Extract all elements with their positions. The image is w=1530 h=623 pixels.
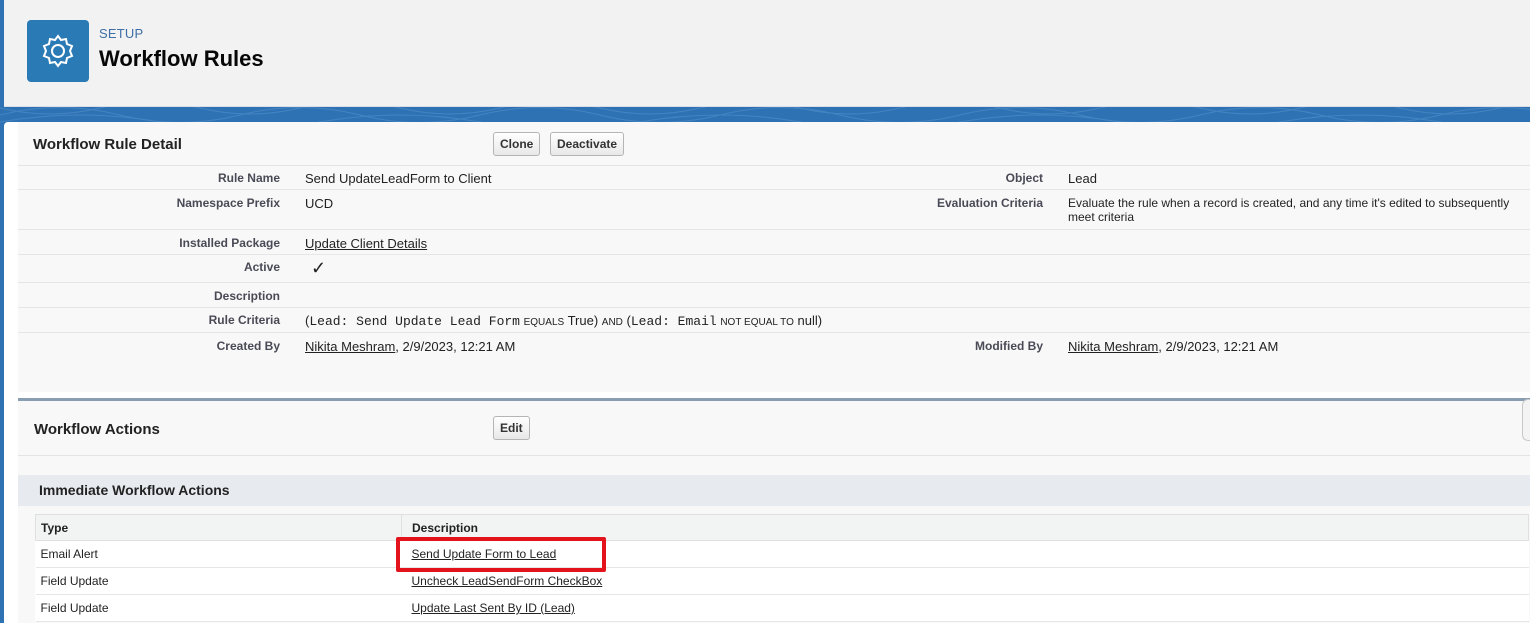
- created-by-user-link[interactable]: Nikita Meshram: [305, 339, 395, 354]
- immediate-actions-title: Immediate Workflow Actions: [39, 482, 230, 498]
- table-row: Email Alert Send Update Form to Lead: [35, 540, 1529, 568]
- header-eyebrow: SETUP: [99, 26, 144, 41]
- modified-by-value: Nikita Meshram, 2/9/2023, 12:21 AM: [1068, 339, 1279, 354]
- column-header-type: Type: [35, 514, 402, 541]
- action-type: Email Alert: [35, 540, 402, 568]
- action-description-link[interactable]: Send Update Form to Lead: [412, 547, 557, 561]
- detail-row-created-by: Created By Nikita Meshram, 2/9/2023, 12:…: [18, 333, 1530, 359]
- namespace-label: Namespace Prefix: [176, 196, 280, 210]
- detail-header: Workflow Rule Detail Clone Deactivate: [18, 122, 1530, 166]
- created-by-label: Created By: [216, 339, 280, 353]
- evaluation-criteria-label: Evaluation Criteria: [936, 196, 1043, 210]
- detail-row-namespace: Namespace Prefix UCD Evaluation Criteria…: [18, 190, 1530, 230]
- action-type: Field Update: [35, 567, 402, 595]
- detail-row-rule-name: Rule Name Send UpdateLeadForm to Client …: [18, 166, 1530, 190]
- gear-icon: [27, 20, 89, 82]
- rule-name-value: Send UpdateLeadForm to Client: [305, 171, 492, 186]
- active-label: Active: [243, 260, 280, 274]
- detail-title: Workflow Rule Detail: [33, 136, 182, 153]
- detail-row-package: Installed Package Update Client Details: [18, 230, 1530, 255]
- actions-header: Workflow Actions Edit: [18, 401, 1530, 456]
- immediate-actions-header: Immediate Workflow Actions: [18, 475, 1530, 506]
- installed-package-label: Installed Package: [179, 236, 280, 250]
- actions-title: Workflow Actions: [34, 421, 160, 438]
- installed-package-link[interactable]: Update Client Details: [305, 236, 427, 251]
- page-header: SETUP Workflow Rules: [4, 0, 1530, 107]
- description-label: Description: [213, 289, 280, 303]
- immediate-actions-table: Type Description Email Alert Send Update…: [35, 514, 1529, 622]
- object-value: Lead: [1068, 171, 1097, 186]
- detail-row-description: Description: [18, 283, 1530, 308]
- workflow-rule-detail: Workflow Rule Detail Clone Deactivate Ru…: [18, 122, 1530, 392]
- evaluation-criteria-value: Evaluate the rule when a record is creat…: [1068, 196, 1510, 224]
- active-checkmark-icon: ✓: [311, 258, 327, 278]
- side-panel-handle[interactable]: [1522, 399, 1530, 441]
- object-label: Object: [1005, 171, 1043, 185]
- created-by-value: Nikita Meshram, 2/9/2023, 12:21 AM: [305, 339, 516, 354]
- clone-button[interactable]: Clone: [493, 132, 541, 156]
- workflow-actions: Workflow Actions Edit Immediate Workflow…: [18, 398, 1530, 623]
- namespace-value: UCD: [305, 196, 334, 211]
- rule-criteria-value: (Lead: Send Update Lead Form EQUALS True…: [305, 313, 823, 329]
- rule-name-label: Rule Name: [217, 171, 280, 185]
- table-row: Field Update Uncheck LeadSendForm CheckB…: [35, 567, 1529, 595]
- deactivate-button[interactable]: Deactivate: [550, 132, 625, 156]
- detail-row-active: Active ✓: [18, 255, 1530, 283]
- main-content: Workflow Rule Detail Clone Deactivate Ru…: [4, 122, 1530, 623]
- table-header-row: Type Description: [35, 514, 1529, 541]
- page-title: Workflow Rules: [99, 46, 264, 71]
- rule-criteria-label: Rule Criteria: [208, 313, 280, 327]
- table-row: Field Update Update Last Sent By ID (Lea…: [35, 594, 1529, 622]
- detail-row-rule-criteria: Rule Criteria (Lead: Send Update Lead Fo…: [18, 308, 1530, 333]
- modified-by-label: Modified By: [975, 339, 1043, 353]
- action-type: Field Update: [35, 594, 402, 622]
- edit-button[interactable]: Edit: [493, 416, 530, 440]
- action-description-link[interactable]: Uncheck LeadSendForm CheckBox: [412, 574, 603, 588]
- action-description-link[interactable]: Update Last Sent By ID (Lead): [412, 601, 575, 615]
- modified-by-user-link[interactable]: Nikita Meshram: [1068, 339, 1158, 354]
- column-header-description: Description: [401, 514, 1529, 541]
